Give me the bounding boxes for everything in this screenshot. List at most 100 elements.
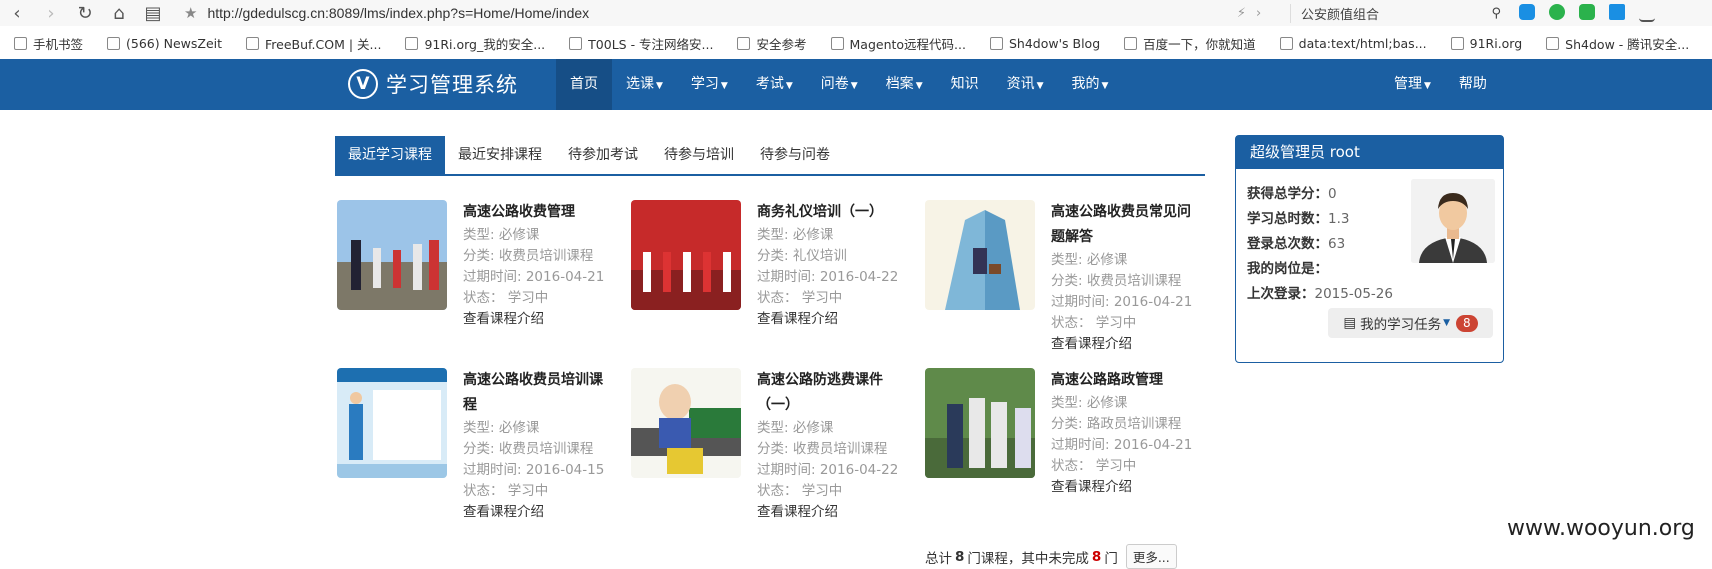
tab-3[interactable]: 待参与培训 bbox=[651, 136, 747, 174]
bookmark-item[interactable]: FreeBuf.COM | 关... bbox=[246, 34, 381, 53]
menu-item-0[interactable]: 管理 ▼ bbox=[1380, 59, 1445, 110]
download-icon[interactable] bbox=[1639, 4, 1655, 22]
menu-item-6[interactable]: 知识 bbox=[937, 59, 993, 110]
bookmark-star-icon[interactable]: ★ bbox=[184, 4, 197, 22]
caret-down-icon: ▼ bbox=[720, 81, 728, 91]
search-input[interactable]: 公安颜值组合 ⚲ bbox=[1290, 3, 1509, 23]
my-tasks-button[interactable]: ▤ 我的学习任务 ▼ 8 bbox=[1328, 308, 1493, 338]
caret-down-icon: ▼ bbox=[1424, 81, 1431, 91]
url-text[interactable]: http://gdedulscg.cn:8089/lms/index.php?s… bbox=[207, 5, 589, 21]
profile-stats: 获得总学分：0 学习总时数：1.3 登录总次数：63 我的岗位是： 上次登录：2015-… bbox=[1247, 182, 1393, 307]
address-bar[interactable]: ★ http://gdedulscg.cn:8089/lms/index.php… bbox=[184, 4, 1214, 22]
bookmark-item[interactable]: 安全参考 bbox=[737, 34, 807, 53]
menu-item-7[interactable]: 资讯 ▼ bbox=[993, 59, 1058, 110]
bookmark-icon bbox=[1450, 36, 1464, 50]
search-icon[interactable]: ⚲ bbox=[1491, 6, 1501, 21]
menu-item-1[interactable]: 选课 ▼ bbox=[612, 59, 677, 110]
train-icon[interactable] bbox=[1579, 4, 1595, 20]
course-title[interactable]: 高速公路防逃费课件（一） bbox=[757, 368, 907, 418]
course-thumbnail[interactable] bbox=[337, 368, 447, 478]
bookmark-item[interactable]: Sh4dow's Blog bbox=[989, 36, 1100, 51]
course-status: 状态： 学习中 bbox=[463, 483, 549, 499]
course-intro-link[interactable]: 查看课程介绍 bbox=[1051, 334, 1201, 355]
bookmark-item[interactable]: 手机书签 bbox=[14, 34, 83, 53]
course-intro-link[interactable]: 查看课程介绍 bbox=[757, 502, 907, 523]
menu-item-2[interactable]: 学习 ▼ bbox=[677, 59, 742, 110]
tab-2[interactable]: 待参加考试 bbox=[555, 136, 651, 174]
more-button[interactable]: 更多... bbox=[1125, 544, 1177, 569]
site-logo[interactable]: V 学习管理系统 bbox=[348, 69, 518, 99]
search-text[interactable]: 公安颜值组合 bbox=[1301, 4, 1379, 23]
course-type: 类型: 必修课 bbox=[757, 420, 834, 436]
play-icon[interactable] bbox=[1609, 4, 1625, 20]
course-status: 状态： 学习中 bbox=[463, 290, 549, 306]
course-title[interactable]: 高速公路收费员常见问题解答 bbox=[1051, 200, 1201, 250]
course-status: 状态： 学习中 bbox=[1051, 315, 1137, 331]
bookmark-label: 手机书签 bbox=[33, 36, 84, 52]
course-card: 高速公路防逃费课件（一） 类型: 必修课 分类: 收费员培训课程 过期时间: 2016… bbox=[631, 368, 921, 538]
main-menu: 首页 选课 ▼ 学习 ▼ 考试 ▼ 问卷 ▼ 档案 ▼ 知识 资讯 ▼ 我的 ▼ bbox=[556, 59, 1122, 110]
course-intro-link[interactable]: 查看课程介绍 bbox=[757, 309, 907, 330]
lightning-icon[interactable]: ⚡ bbox=[1237, 6, 1246, 21]
bookmark-item[interactable]: 91Ri.org bbox=[1450, 36, 1522, 51]
tab-1[interactable]: 最近安排课程 bbox=[445, 136, 555, 174]
menu-item-label: 学习 bbox=[690, 76, 719, 92]
course-intro-link[interactable]: 查看课程介绍 bbox=[463, 309, 613, 330]
course-intro-link[interactable]: 查看课程介绍 bbox=[463, 502, 613, 523]
menu-item-4[interactable]: 问卷 ▼ bbox=[807, 59, 872, 110]
summary-suffix: 门 bbox=[1104, 550, 1118, 567]
course-thumbnail[interactable] bbox=[631, 368, 741, 478]
course-category: 分类: 路政员培训课程 bbox=[1051, 416, 1182, 432]
logo-icon: V bbox=[348, 69, 378, 99]
bookmark-icon bbox=[14, 36, 27, 50]
course-category: 分类: 收费员培训课程 bbox=[463, 248, 594, 264]
course-title[interactable]: 高速公路收费员培训课程 bbox=[463, 368, 613, 418]
phone-icon[interactable] bbox=[1519, 4, 1535, 20]
summary-total: 8 bbox=[955, 548, 965, 565]
reload-icon[interactable]: ↻ bbox=[68, 3, 102, 24]
home-icon[interactable]: ⌂ bbox=[102, 3, 136, 24]
caret-down-icon: ▼ bbox=[656, 81, 663, 91]
task-count-badge: 8 bbox=[1456, 314, 1478, 332]
course-title[interactable]: 高速公路路政管理 bbox=[1051, 368, 1201, 393]
bookmark-icon bbox=[1279, 36, 1293, 50]
bookmark-label: Sh4dow - 腾讯安全... bbox=[1565, 36, 1690, 52]
chevron-right-icon[interactable]: › bbox=[1256, 6, 1261, 21]
course-thumbnail[interactable] bbox=[925, 200, 1035, 310]
course-thumbnail[interactable] bbox=[631, 200, 741, 310]
wechat-icon[interactable] bbox=[1549, 4, 1565, 20]
forward-icon[interactable]: › bbox=[34, 3, 68, 24]
bookmark-icon bbox=[1546, 36, 1560, 50]
course-summary: 总计 8 门课程，其中未完成 8 门 更多... bbox=[925, 544, 1177, 569]
tab-4[interactable]: 待参与问卷 bbox=[747, 136, 843, 174]
menu-item-label: 知识 bbox=[950, 76, 979, 92]
menu-item-label: 问卷 bbox=[820, 76, 849, 92]
back-icon[interactable]: ‹ bbox=[0, 3, 34, 24]
bookmark-label: 91Ri.org_我的安全... bbox=[424, 36, 546, 52]
course-info: 高速公路收费员培训课程 类型: 必修课 分类: 收费员培训课程 过期时间: 2016-… bbox=[463, 368, 613, 523]
watermark: www.wooyun.org bbox=[1507, 516, 1695, 541]
bookmark-item[interactable]: 91Ri.org_我的安全... bbox=[405, 34, 545, 53]
menu-item-8[interactable]: 我的 ▼ bbox=[1058, 59, 1123, 110]
course-info: 高速公路路政管理 类型: 必修课 分类: 路政员培训课程 过期时间: 2016-04-… bbox=[1051, 368, 1201, 498]
course-title[interactable]: 商务礼仪培训（一） bbox=[757, 200, 907, 225]
summary-prefix: 总计 bbox=[925, 550, 952, 567]
bookmark-item[interactable]: Sh4dow - 腾讯安全... bbox=[1546, 34, 1689, 53]
bookmark-item[interactable]: 百度一下，你就知道 bbox=[1124, 34, 1256, 53]
bookmark-item[interactable]: (566) NewsZeit bbox=[107, 36, 222, 51]
tab-0[interactable]: 最近学习课程 bbox=[335, 136, 445, 174]
bookmark-item[interactable]: Magento远程代码... bbox=[830, 34, 966, 53]
bookmark-icon bbox=[737, 36, 751, 50]
menu-item-0[interactable]: 首页 bbox=[556, 59, 612, 110]
course-thumbnail[interactable] bbox=[337, 200, 447, 310]
bookmark-item[interactable]: data:text/html;bas... bbox=[1279, 36, 1427, 51]
course-intro-link[interactable]: 查看课程介绍 bbox=[1051, 477, 1201, 498]
menu-item-1[interactable]: 帮助 bbox=[1445, 59, 1501, 110]
summary-unfinished: 8 bbox=[1091, 548, 1102, 565]
bookmark-item[interactable]: T00LS - 专注网络安... bbox=[569, 34, 713, 53]
course-title[interactable]: 高速公路收费管理 bbox=[463, 200, 613, 225]
reader-icon[interactable]: ▤ bbox=[136, 3, 170, 24]
menu-item-5[interactable]: 档案 ▼ bbox=[872, 59, 937, 110]
menu-item-3[interactable]: 考试 ▼ bbox=[742, 59, 807, 110]
course-thumbnail[interactable] bbox=[925, 368, 1035, 478]
